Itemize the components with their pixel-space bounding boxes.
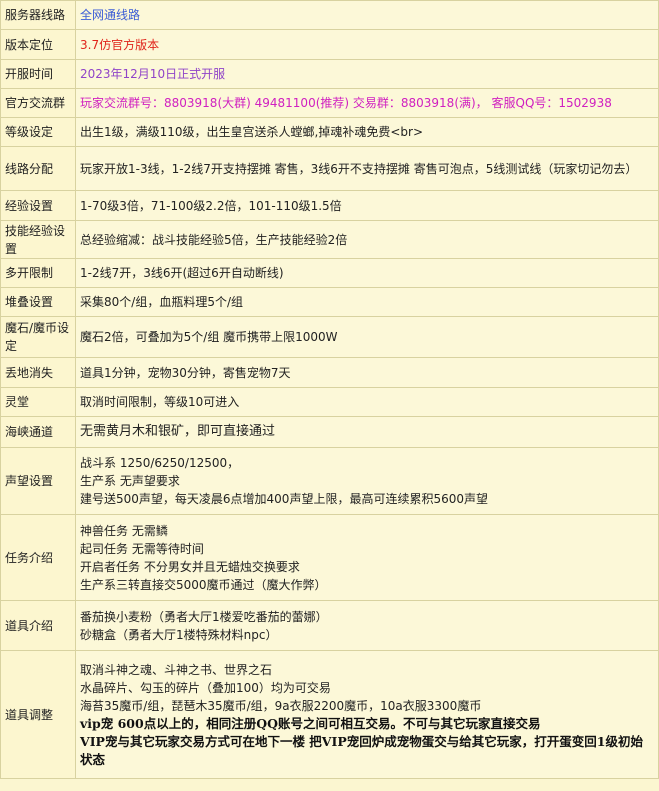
value-line: 玩家开放1-3线，1-2线7开支持摆摊 寄售，3线6开不支持摆摊 寄售可泡点，5… [80,161,638,176]
value-line: 生产系 无声望要求 [80,474,180,488]
value-line: 1-2线7开，3线6开(超过6开自动断线) [80,266,284,280]
value-line: 全网通线路 [80,8,141,22]
value-line-bold: VIP宠与其它玩家交易方式可在地下一楼 把VIP宠回炉成宠物蛋交与给其它玩家，打… [80,733,643,767]
row-value: 采集80个/组，血瓶料理5个/组 [75,287,659,317]
row-label: 官方交流群 [0,88,76,118]
table-row: 等级设定 出生1级，满级110级，出生皇宫送杀人螳螂,掉魂补魂免费<br> [0,117,659,147]
row-label: 灵堂 [0,387,76,417]
table-row: 灵堂 取消时间限制，等级10可进入 [0,387,659,417]
row-value: 取消斗神之魂、斗神之书、世界之石 水晶碎片、勾玉的碎片（叠加100）均为可交易 … [75,650,659,779]
row-label: 海峡通道 [0,416,76,448]
row-label: 魔石/魔币设定 [0,316,76,358]
table-row: 魔石/魔币设定 魔石2倍，可叠加为5个/组 魔币携带上限1000W [0,316,659,358]
value-line: 魔石2倍，可叠加为5个/组 魔币携带上限1000W [80,330,338,344]
value-line: 砂糖盒（勇者大厅1楼特殊材料npc） [80,627,278,642]
table-row: 任务介绍 神兽任务 无需鳞 起司任务 无需等待时间 开启者任务 不分男女并且无蜡… [0,514,659,601]
value-line: 起司任务 无需等待时间 [80,541,204,556]
row-value: 出生1级，满级110级，出生皇宫送杀人螳螂,掉魂补魂免费<br> [75,117,659,147]
row-label: 道具介绍 [0,600,76,651]
table-row: 服务器线路 全网通线路 [0,0,659,30]
row-label: 多开限制 [0,258,76,288]
row-label: 任务介绍 [0,514,76,601]
row-value: 玩家开放1-3线，1-2线7开支持摆摊 寄售，3线6开不支持摆摊 寄售可泡点，5… [75,146,659,191]
table-row: 线路分配 玩家开放1-3线，1-2线7开支持摆摊 寄售，3线6开不支持摆摊 寄售… [0,146,659,191]
row-value: 总经验缩减：战斗技能经验5倍，生产技能经验2倍 [75,220,659,259]
row-label: 技能经验设置 [0,220,76,259]
value-line: 神兽任务 无需鳞 [80,523,168,538]
value-line: 道具1分钟，宠物30分钟，寄售宠物7天 [80,365,291,380]
row-value: 无需黄月木和银矿，即可直接通过 [75,416,659,448]
value-line: 3.7仿官方版本 [80,37,160,52]
row-label: 线路分配 [0,146,76,191]
table-row: 海峡通道 无需黄月木和银矿，即可直接通过 [0,416,659,448]
value-line: 建号送500声望，每天凌晨6点增加400声望上限，最高可连续累积5600声望 [80,492,488,506]
table-row: 经验设置 1-70级3倍，71-100级2.2倍，101-110级1.5倍 [0,190,659,221]
row-label: 开服时间 [0,59,76,89]
row-value: 番茄换小麦粉（勇者大厅1楼爱吃番茄的蕾娜） 砂糖盒（勇者大厅1楼特殊材料npc） [75,600,659,651]
row-value: 1-70级3倍，71-100级2.2倍，101-110级1.5倍 [75,190,659,221]
server-info-table: 服务器线路 全网通线路 版本定位 3.7仿官方版本 开服时间 2023年12月1… [0,0,659,779]
row-label: 等级设定 [0,117,76,147]
value-line: 番茄换小麦粉（勇者大厅1楼爱吃番茄的蕾娜） [80,609,328,624]
row-label: 声望设置 [0,447,76,515]
table-row: 声望设置 战斗系 1250/6250/12500， 生产系 无声望要求 建号送5… [0,447,659,515]
row-label: 经验设置 [0,190,76,221]
value-line: 生产系三转直接交5000魔币通过（魔大作弊） [80,577,327,592]
row-value: 3.7仿官方版本 [75,29,659,60]
row-value: 道具1分钟，宠物30分钟，寄售宠物7天 [75,357,659,388]
row-label: 版本定位 [0,29,76,60]
row-value: 1-2线7开，3线6开(超过6开自动断线) [75,258,659,288]
row-value: 取消时间限制，等级10可进入 [75,387,659,417]
table-row: 官方交流群 玩家交流群号：8803918(大群) 49481100(推荐) 交易… [0,88,659,118]
value-line: 玩家交流群号：8803918(大群) 49481100(推荐) 交易群：8803… [80,96,612,110]
table-row: 技能经验设置 总经验缩减：战斗技能经验5倍，生产技能经验2倍 [0,220,659,259]
table-row: 版本定位 3.7仿官方版本 [0,29,659,60]
table-row: 开服时间 2023年12月10日正式开服 [0,59,659,89]
value-line: 1-70级3倍，71-100级2.2倍，101-110级1.5倍 [80,198,342,213]
row-value: 神兽任务 无需鳞 起司任务 无需等待时间 开启者任务 不分男女并且无蜡烛交换要求… [75,514,659,601]
row-value: 战斗系 1250/6250/12500， 生产系 无声望要求 建号送500声望，… [75,447,659,515]
table-row: 丢地消失 道具1分钟，宠物30分钟，寄售宠物7天 [0,357,659,388]
table-row: 堆叠设置 采集80个/组，血瓶料理5个/组 [0,287,659,317]
value-line: 战斗系 1250/6250/12500， [80,456,240,470]
value-line: 开启者任务 不分男女并且无蜡烛交换要求 [80,559,300,574]
value-line: 采集80个/组，血瓶料理5个/组 [80,295,243,309]
value-line: 出生1级，满级110级，出生皇宫送杀人螳螂,掉魂补魂免费<br> [80,125,424,139]
value-line-bold: vip宠 600点以上的，相同注册QQ账号之间可相互交易。不可与其它玩家直接交易 [80,715,541,731]
row-value: 魔石2倍，可叠加为5个/组 魔币携带上限1000W [75,316,659,358]
value-line: 总经验缩减：战斗技能经验5倍，生产技能经验2倍 [80,232,348,247]
row-label: 服务器线路 [0,0,76,30]
value-line: 取消时间限制，等级10可进入 [80,395,240,409]
value-line: 无需黄月木和银矿，即可直接通过 [80,424,276,439]
value-line: 2023年12月10日正式开服 [80,67,226,81]
row-label: 丢地消失 [0,357,76,388]
value-line: 取消斗神之魂、斗神之书、世界之石 [80,662,273,677]
row-value: 全网通线路 [75,0,659,30]
row-value: 2023年12月10日正式开服 [75,59,659,89]
value-line: 水晶碎片、勾玉的碎片（叠加100）均为可交易 [80,680,331,695]
row-label: 道具调整 [0,650,76,779]
value-line: 海苔35魔币/组，琵琶木35魔币/组，9a衣服2200魔币，10a衣服3300魔… [80,698,482,713]
row-label: 堆叠设置 [0,287,76,317]
table-row: 多开限制 1-2线7开，3线6开(超过6开自动断线) [0,258,659,288]
table-row: 道具调整 取消斗神之魂、斗神之书、世界之石 水晶碎片、勾玉的碎片（叠加100）均… [0,650,659,779]
table-row: 道具介绍 番茄换小麦粉（勇者大厅1楼爱吃番茄的蕾娜） 砂糖盒（勇者大厅1楼特殊材… [0,600,659,651]
row-value: 玩家交流群号：8803918(大群) 49481100(推荐) 交易群：8803… [75,88,659,118]
